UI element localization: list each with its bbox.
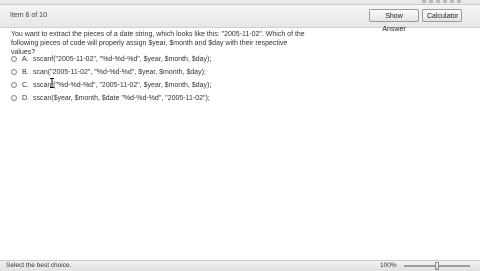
decorative-dots	[422, 0, 462, 3]
toolbar: Item 6 of 10 Show Answer Calculator	[0, 5, 480, 33]
radio-button-icon[interactable]	[11, 82, 17, 88]
status-text: Select the best choice.	[6, 262, 72, 269]
show-answer-button[interactable]: Show Answer	[369, 9, 419, 33]
option-text: sscan($year, $month, $date "%d-%d-%d", "…	[33, 95, 210, 102]
zoom-level: 100%	[380, 262, 397, 269]
option-text: sscanf("2005-11-02", "%d-%d-%d", $year, …	[33, 56, 212, 63]
calculator-button[interactable]: Calculator	[422, 9, 462, 22]
option-letter: A.	[22, 56, 29, 63]
text-cursor-icon	[50, 78, 54, 88]
option-c[interactable]: C. sscanf("%d-%d-%d", "2005-11-02", $yea…	[11, 79, 331, 92]
option-letter: C.	[22, 82, 29, 89]
option-d[interactable]: D. sscan($year, $month, $date "%d-%d-%d"…	[11, 92, 331, 105]
item-counter: Item 6 of 10	[10, 12, 47, 19]
radio-button-icon[interactable]	[11, 56, 17, 62]
option-a[interactable]: A. sscanf("2005-11-02", "%d-%d-%d", $yea…	[11, 53, 331, 66]
option-text: sscanf("%d-%d-%d", "2005-11-02", $year, …	[33, 82, 212, 89]
radio-button-icon[interactable]	[11, 69, 17, 75]
option-text: scan("2005-11-02", "%d-%d-%d", $year, $m…	[33, 69, 206, 76]
answer-options: A. sscanf("2005-11-02", "%d-%d-%d", $yea…	[11, 53, 331, 105]
option-b[interactable]: B. scan("2005-11-02", "%d-%d-%d", $year,…	[11, 66, 331, 79]
status-bar: Select the best choice. 100%	[0, 260, 480, 271]
option-letter: B.	[22, 69, 29, 76]
option-letter: D.	[22, 95, 29, 102]
radio-button-icon[interactable]	[11, 95, 17, 101]
zoom-slider-handle[interactable]	[435, 262, 439, 270]
